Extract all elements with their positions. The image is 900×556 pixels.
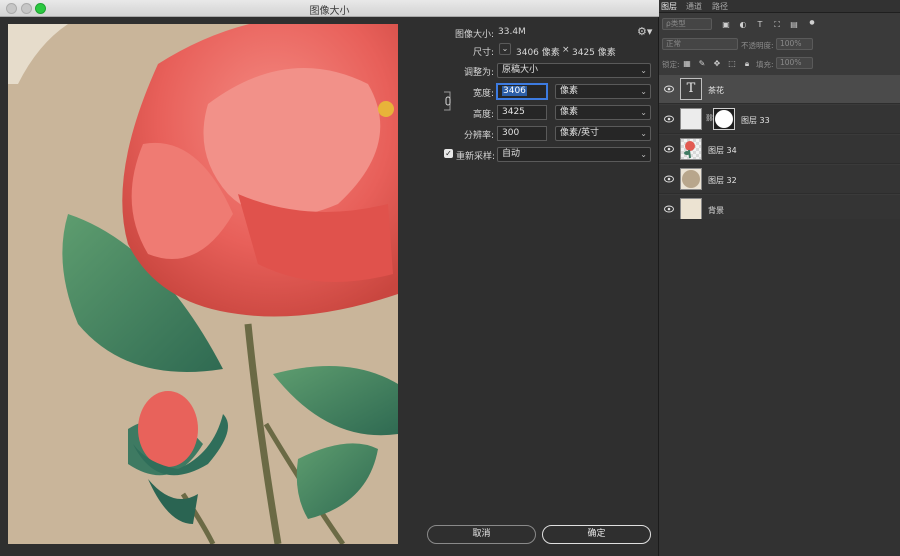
height-unit-value: 像素 bbox=[560, 107, 579, 117]
layer-row-image[interactable]: 图层 34 bbox=[659, 135, 900, 164]
resample-checkbox[interactable]: ✓ bbox=[444, 149, 453, 158]
chevron-down-icon: ⌄ bbox=[640, 87, 647, 96]
text-layer-icon: T bbox=[680, 78, 702, 100]
height-input[interactable]: 3425 bbox=[497, 105, 547, 120]
filter-pixel-icon[interactable]: ▣ bbox=[721, 20, 731, 30]
dimensions-width-value: 3406 像素 bbox=[516, 48, 560, 58]
resolution-input[interactable]: 300 bbox=[497, 126, 547, 141]
opacity-value: 100% bbox=[780, 39, 802, 48]
fill-input[interactable]: 100% bbox=[776, 57, 813, 69]
width-label: 宽度: bbox=[472, 89, 494, 99]
layer-thumbnail bbox=[680, 198, 702, 220]
width-input[interactable]: 3406 bbox=[497, 84, 547, 99]
lock-transparency-icon[interactable]: ▦ bbox=[682, 59, 692, 69]
fit-to-value: 原稿大小 bbox=[502, 65, 539, 75]
lock-image-icon[interactable]: ✎ bbox=[697, 59, 707, 69]
title-bar: 图像大小 bbox=[0, 0, 659, 17]
filter-kind-value: ρ类型 bbox=[666, 19, 686, 28]
layer-thumbnail bbox=[680, 108, 702, 130]
layer-name: 图层 34 bbox=[708, 146, 737, 155]
dimensions-unit-chevron-icon[interactable]: ⌄ bbox=[499, 43, 511, 55]
lock-position-icon[interactable]: ✥ bbox=[712, 59, 722, 69]
image-size-dialog: 图像大小 图像大小: 33.4M ⚙▾ 尺寸: ⌄ 3406 像素 × 3425… bbox=[0, 0, 659, 556]
layer-name: 背景 bbox=[708, 206, 724, 215]
dimensions-label: 尺寸: bbox=[472, 48, 494, 58]
layer-name: 图层 33 bbox=[741, 116, 770, 125]
blend-mode-select[interactable]: 正常 bbox=[662, 38, 738, 50]
fit-to-label: 调整为: bbox=[463, 68, 494, 78]
lock-row: 锁定: ▦ ✎ ✥ ⬚ 🔒︎ 填充: 100% bbox=[659, 55, 900, 73]
layer-name: 图层 32 bbox=[708, 176, 737, 185]
layer-mask-thumbnail[interactable] bbox=[713, 108, 735, 130]
resolution-unit-select[interactable]: 像素/英寸 ⌄ bbox=[555, 126, 651, 141]
visibility-eye-icon[interactable] bbox=[664, 175, 674, 183]
resolution-unit-value: 像素/英寸 bbox=[560, 128, 600, 138]
blend-mode-value: 正常 bbox=[666, 39, 681, 48]
filter-adjustment-icon[interactable]: ◐ bbox=[738, 20, 748, 30]
chevron-down-icon: ⌄ bbox=[640, 108, 647, 117]
lock-label: 锁定: bbox=[662, 60, 680, 69]
window-title: 图像大小 bbox=[309, 6, 350, 17]
resample-label: 重新采样: bbox=[456, 152, 496, 162]
panel-tabs: 图层 通道 路径 bbox=[659, 0, 900, 13]
image-preview[interactable] bbox=[8, 24, 398, 544]
lock-artboard-icon[interactable]: ⬚ bbox=[727, 59, 737, 69]
lock-all-icon[interactable]: 🔒︎ bbox=[742, 59, 752, 69]
fit-to-select[interactable]: 原稿大小 ⌄ bbox=[497, 63, 651, 78]
visibility-eye-icon[interactable] bbox=[664, 205, 674, 213]
height-unit-select[interactable]: 像素 ⌄ bbox=[555, 105, 651, 120]
visibility-eye-icon[interactable] bbox=[664, 115, 674, 123]
cancel-button[interactable]: 取消 bbox=[427, 525, 536, 544]
layer-row-text[interactable]: T 茶花 bbox=[659, 75, 900, 104]
tab-layers[interactable]: 图层 bbox=[661, 1, 677, 12]
layer-row-circle[interactable]: 图层 32 bbox=[659, 165, 900, 194]
blend-row: 正常 不透明度: 100% bbox=[659, 36, 900, 54]
fill-label: 填充: bbox=[756, 60, 774, 69]
resample-value: 自动 bbox=[502, 149, 521, 159]
filter-row: ρ类型 ▣ ◐ T ⛶ ▤ ● bbox=[659, 16, 900, 34]
width-unit-value: 像素 bbox=[560, 86, 579, 96]
visibility-eye-icon[interactable] bbox=[664, 85, 674, 93]
chevron-down-icon: ⌄ bbox=[640, 66, 647, 75]
filter-smart-object-icon[interactable]: ▤ bbox=[789, 20, 799, 30]
width-unit-select[interactable]: 像素 ⌄ bbox=[555, 84, 651, 99]
opacity-label: 不透明度: bbox=[741, 41, 774, 50]
filter-type-icon[interactable]: T bbox=[755, 20, 765, 30]
visibility-eye-icon[interactable] bbox=[664, 145, 674, 153]
filter-kind-select[interactable]: ρ类型 bbox=[662, 18, 712, 30]
layer-row-masked[interactable]: ⛓ 图层 33 bbox=[659, 105, 900, 134]
tab-channels[interactable]: 通道 bbox=[686, 1, 702, 12]
layers-panel: 图层 通道 路径 ρ类型 ▣ ◐ T ⛶ ▤ ● 正常 不透明度: 100% 锁… bbox=[659, 0, 900, 556]
layer-thumbnail bbox=[680, 138, 702, 160]
tab-paths[interactable]: 路径 bbox=[712, 1, 728, 12]
height-label: 高度: bbox=[472, 110, 494, 120]
opacity-input[interactable]: 100% bbox=[776, 38, 813, 50]
resolution-label: 分辨率: bbox=[463, 131, 494, 141]
layer-name: 茶花 bbox=[708, 86, 724, 95]
layers-list-empty-area bbox=[659, 219, 900, 556]
gear-icon[interactable]: ⚙▾ bbox=[637, 25, 652, 38]
filter-shape-icon[interactable]: ⛶ bbox=[772, 20, 782, 30]
dimensions-separator: × bbox=[562, 45, 570, 55]
height-input-value: 3425 bbox=[502, 107, 525, 117]
resolution-input-value: 300 bbox=[502, 128, 520, 138]
filter-toggle-icon[interactable]: ● bbox=[807, 18, 817, 28]
chevron-down-icon: ⌄ bbox=[640, 150, 647, 159]
width-input-value: 3406 bbox=[502, 86, 527, 96]
resample-select[interactable]: 自动 ⌄ bbox=[497, 147, 651, 162]
camellia-artwork bbox=[8, 24, 398, 544]
image-size-label: 图像大小: bbox=[454, 30, 494, 40]
ok-button[interactable]: 确定 bbox=[542, 525, 651, 544]
dimensions-height-value: 3425 像素 bbox=[572, 48, 616, 58]
layer-thumbnail bbox=[680, 168, 702, 190]
chevron-down-icon: ⌄ bbox=[640, 129, 647, 138]
fill-value: 100% bbox=[780, 58, 802, 67]
image-size-value: 33.4M bbox=[498, 27, 526, 37]
